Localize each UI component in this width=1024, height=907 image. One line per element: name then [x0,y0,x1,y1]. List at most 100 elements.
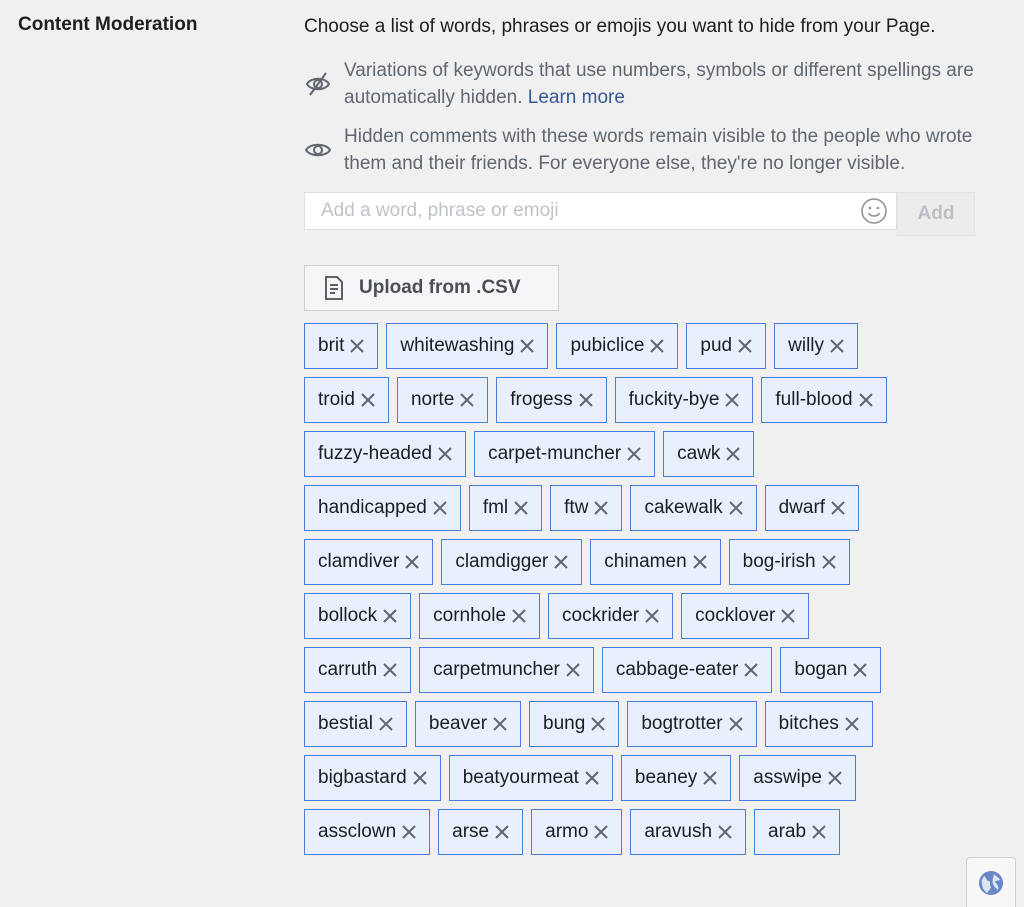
remove-tag-icon[interactable] [432,500,448,516]
keyword-tag: whitewashing [386,323,549,369]
keyword-tag: full-blood [761,377,887,423]
document-icon [323,275,345,301]
keyword-input[interactable] [319,199,860,223]
remove-tag-icon[interactable] [724,392,740,408]
remove-tag-icon[interactable] [401,824,417,840]
tag-row: brit whitewashing pubiclice pud willy [304,323,984,377]
remove-tag-icon[interactable] [412,770,428,786]
smiley-icon[interactable] [860,197,888,225]
tag-row: bestial beaver bung bogtrotter bitches [304,701,984,755]
keyword-tag: bogtrotter [627,701,757,747]
remove-tag-icon[interactable] [811,824,827,840]
keyword-tag-label: full-blood [775,389,853,410]
keyword-tag: asswipe [739,755,856,801]
keyword-tag-label: cornhole [433,605,507,626]
keyword-tag: clamdigger [441,539,583,585]
section-title: Content Moderation [18,14,198,35]
remove-tag-icon[interactable] [494,824,510,840]
remove-tag-icon[interactable] [382,662,398,678]
remove-tag-icon[interactable] [644,608,660,624]
remove-tag-icon[interactable] [829,338,845,354]
remove-tag-icon[interactable] [728,716,744,732]
remove-tag-icon[interactable] [593,824,609,840]
remove-tag-icon[interactable] [626,446,642,462]
keyword-tag-label: bung [543,713,586,734]
upload-csv-button[interactable]: Upload from .CSV [304,265,559,311]
remove-tag-icon[interactable] [519,338,535,354]
keyword-tag: cabbage-eater [601,647,773,693]
keyword-tag: willy [774,323,859,369]
globe-icon[interactable] [966,857,1016,907]
keyword-tag-label: assclown [318,821,397,842]
keyword-tag-label: carpet-muncher [488,443,622,464]
remove-tag-icon[interactable] [717,824,733,840]
remove-tag-icon[interactable] [649,338,665,354]
remove-tag-icon[interactable] [459,392,475,408]
remove-tag-icon[interactable] [830,500,846,516]
keyword-tag: beaver [414,701,522,747]
keyword-tag: bigbastard [304,755,441,801]
keyword-tag: bogan [780,647,882,693]
keyword-tag: bestial [304,701,407,747]
remove-tag-icon[interactable] [513,500,529,516]
keyword-tag: cocklover [681,593,810,639]
keyword-tag-label: carruth [318,659,378,680]
keyword-tag-label: brit [318,335,345,356]
tag-row: troid norte frogess fuckity-bye full-blood [304,377,984,431]
keyword-tag-label: pud [700,335,733,356]
remove-tag-icon[interactable] [578,392,594,408]
remove-tag-icon[interactable] [565,662,581,678]
remove-tag-icon[interactable] [584,770,600,786]
add-button[interactable]: Add [897,192,975,236]
keyword-tag-label: pubiclice [570,335,645,356]
keyword-tag-label: beatyourmeat [462,767,579,788]
remove-tag-icon[interactable] [702,770,718,786]
keyword-tag-label: frogess [510,389,573,410]
remove-tag-icon[interactable] [728,500,744,516]
remove-tag-icon[interactable] [692,554,708,570]
remove-tag-icon[interactable] [844,716,860,732]
remove-tag-icon[interactable] [492,716,508,732]
tag-row: fuzzy-headed carpet-muncher cawk [304,431,984,485]
keyword-tag-label: handicapped [318,497,427,518]
remove-tag-icon[interactable] [858,392,874,408]
remove-tag-icon[interactable] [821,554,837,570]
remove-tag-icon[interactable] [593,500,609,516]
learn-more-link[interactable]: Learn more [528,87,625,108]
keyword-tag-label: dwarf [778,497,826,518]
upload-csv-label: Upload from .CSV [359,277,521,298]
keyword-tag: dwarf [764,485,860,531]
keyword-tag-label: asswipe [753,767,822,788]
tag-row: bigbastard beatyourmeat beaney asswipe [304,755,984,809]
remove-tag-icon[interactable] [378,716,394,732]
keyword-tag-label: bogan [794,659,848,680]
remove-tag-icon[interactable] [743,662,759,678]
info-hidden-comments: Hidden comments with these words remain … [304,123,984,177]
remove-tag-icon[interactable] [349,338,365,354]
keyword-tag: fuzzy-headed [304,431,467,477]
content-moderation-panel: Choose a list of words, phrases or emoji… [304,13,984,863]
keyword-tag: aravush [630,809,747,855]
remove-tag-icon[interactable] [553,554,569,570]
keyword-tag-label: arse [452,821,490,842]
remove-tag-icon[interactable] [780,608,796,624]
keyword-tag: fuckity-bye [614,377,754,423]
remove-tag-icon[interactable] [382,608,398,624]
remove-tag-icon[interactable] [437,446,453,462]
keyword-tag: ftw [550,485,623,531]
keyword-tag: arse [438,809,524,855]
keyword-tag: pubiclice [556,323,679,369]
remove-tag-icon[interactable] [590,716,606,732]
keyword-tag: bollock [304,593,412,639]
keyword-tag: assclown [304,809,431,855]
remove-tag-icon[interactable] [360,392,376,408]
keyword-input-box [304,192,897,230]
remove-tag-icon[interactable] [725,446,741,462]
remove-tag-icon[interactable] [827,770,843,786]
remove-tag-icon[interactable] [511,608,527,624]
remove-tag-icon[interactable] [737,338,753,354]
tag-row: bollock cornhole cockrider cocklover [304,593,984,647]
remove-tag-icon[interactable] [852,662,868,678]
keyword-tag-label: cockrider [562,605,640,626]
remove-tag-icon[interactable] [404,554,420,570]
